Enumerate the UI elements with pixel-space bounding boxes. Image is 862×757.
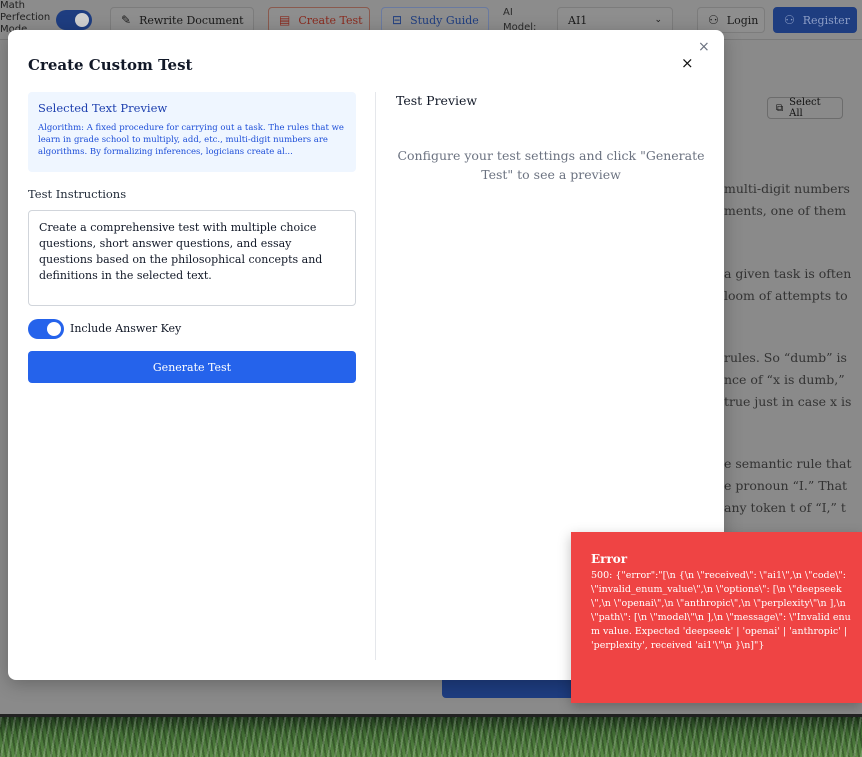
test-instructions-textarea[interactable]: Create a comprehensive test with multipl… [28,210,356,306]
pencil-icon: ✎ [121,13,132,27]
error-toast-title: Error [591,552,628,566]
error-toast-message: 500: {"error":"[\n {\n \"received\": \"a… [591,570,851,651]
test-preview-message: Configure your test settings and click "… [397,148,705,182]
register-button[interactable]: ⚇ Register [773,7,857,33]
panel-divider [375,92,376,660]
selected-text-preview: Selected Text Preview Algorithm: A fixed… [28,92,356,172]
chevron-down-icon: ⌄ [654,15,662,25]
study-guide-label: Study Guide [410,13,479,27]
document-text-line: loom of attempts to [724,288,848,303]
close-icon[interactable]: × [698,40,710,54]
preview-text: Algorithm: A fixed procedure for carryin… [38,123,344,157]
select-all-button[interactable]: ⧉ Select All [767,97,843,119]
math-perfection-toggle[interactable] [56,10,92,30]
document-text-line: true just in case x is [724,394,852,409]
create-test-label: Create Test [298,13,363,27]
rewrite-document-label: Rewrite Document [139,13,244,27]
test-preview-title: Test Preview [396,93,478,108]
document-text-line: any token t of “I,” t [724,500,846,515]
document-text-line: nce of “x is dumb,” [724,372,845,387]
register-label: Register [802,13,850,27]
preview-title: Selected Text Preview [38,101,168,115]
include-answer-key-toggle[interactable] [28,319,64,339]
document-icon: ▤ [279,13,291,27]
document-text-line: ments, one of them [724,203,847,218]
copy-icon: ⧉ [776,102,784,114]
generate-test-button[interactable]: Generate Test [28,351,356,383]
document-text-line: multi-digit numbers [724,181,850,196]
login-label: Login [726,13,759,27]
close-icon[interactable]: × [681,56,694,71]
document-text-line: a given task is often [724,266,852,281]
ai-model-value: AI1 [568,13,588,27]
document-text-line: e pronoun “I.” That [724,478,848,493]
modal-title: Create Custom Test [28,56,193,74]
include-answer-key-label: Include Answer Key [70,322,182,335]
user-plus-icon: ⚇ [784,13,795,27]
document-text-line: rules. So “dumb” is [724,350,847,365]
test-instructions-label: Test Instructions [28,187,127,201]
book-icon: ⊟ [392,13,403,27]
select-all-label: Select All [789,97,821,119]
document-text-line: e semantic rule that [724,456,852,471]
grass-background-image [0,717,862,757]
user-icon: ⚇ [708,13,719,27]
error-toast[interactable]: Error 500: {"error":"[\n {\n \"received\… [571,532,862,703]
